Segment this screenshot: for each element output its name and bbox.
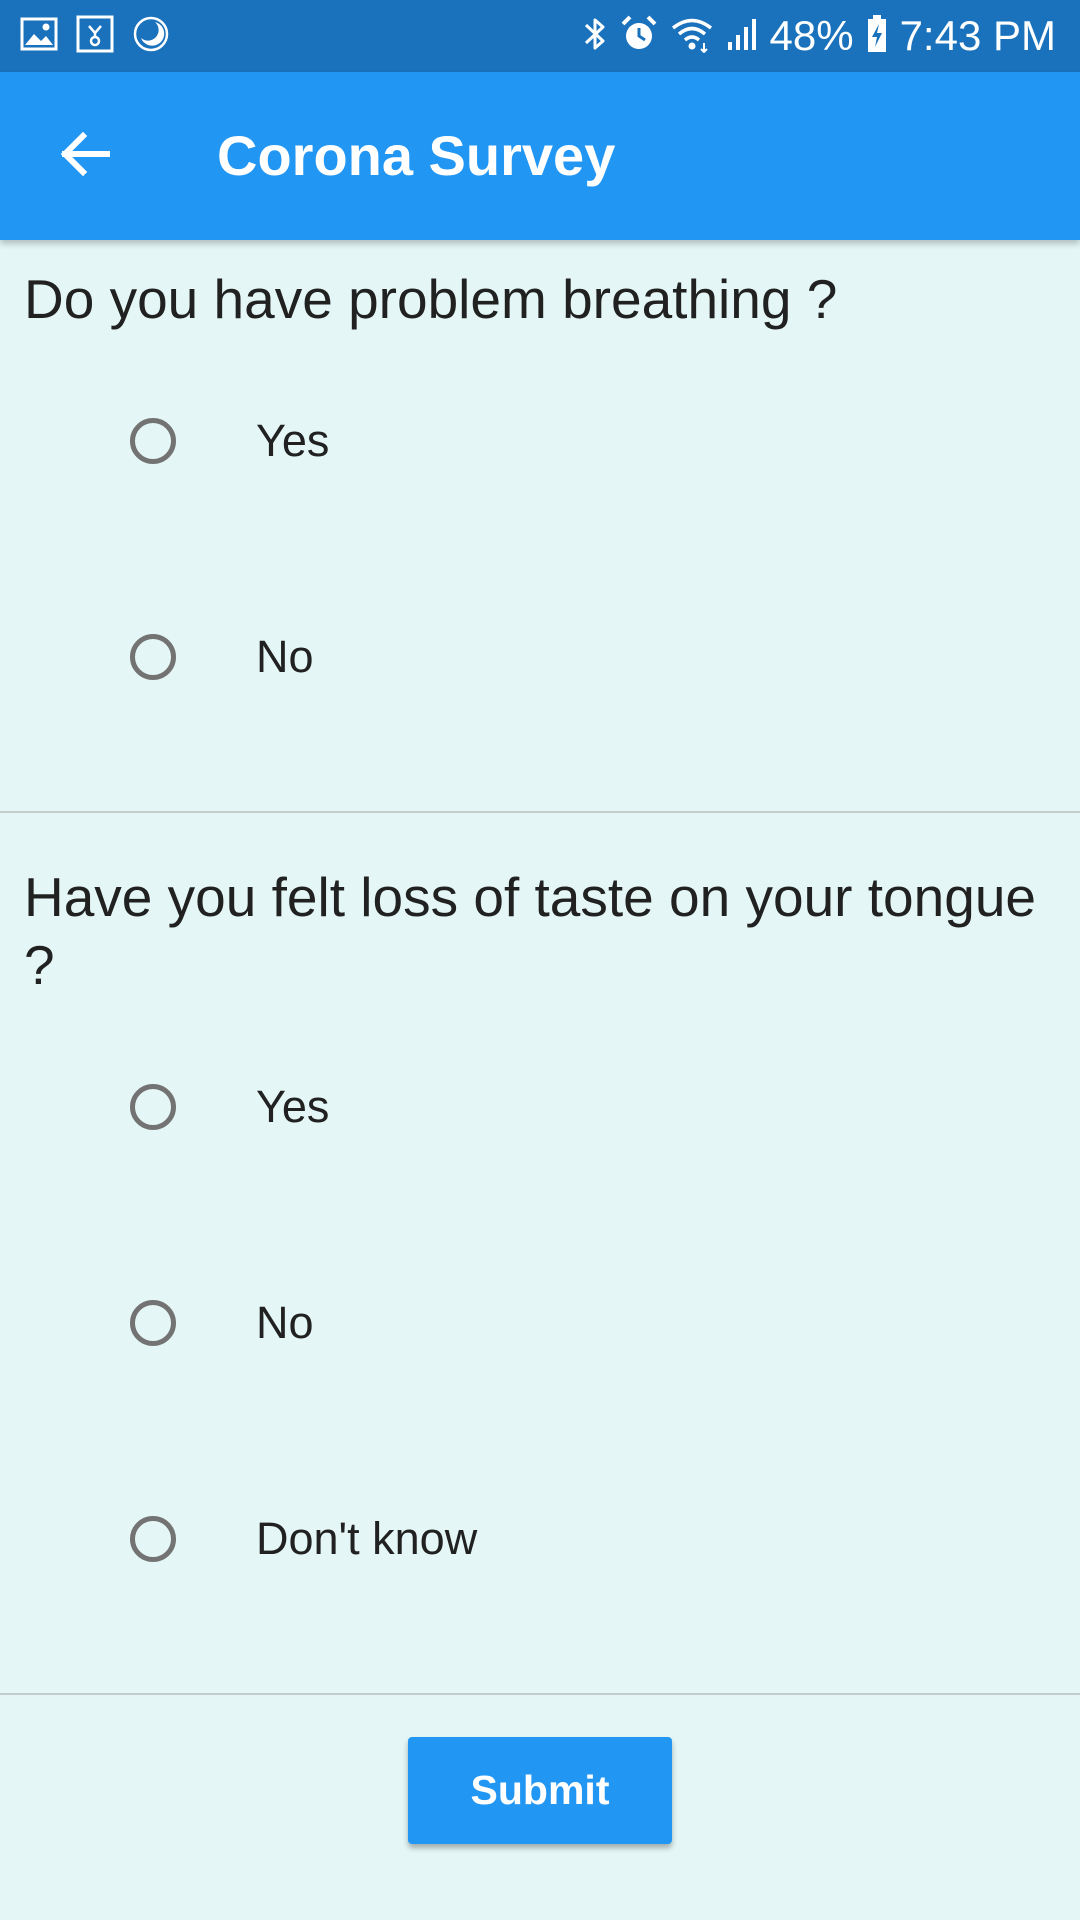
option-label: Yes <box>256 1081 330 1132</box>
bluetooth-icon <box>582 14 608 59</box>
divider <box>0 811 1080 813</box>
radio-button[interactable] <box>130 1084 176 1130</box>
battery-charging-icon <box>866 14 888 59</box>
battery-percent: 48% <box>769 12 854 59</box>
arrow-left-icon <box>59 131 111 182</box>
gallery-icon <box>20 17 58 56</box>
option-label: No <box>256 631 314 682</box>
option-label: Yes <box>256 415 330 466</box>
back-button[interactable] <box>40 116 130 196</box>
status-bar: 48% 7:43 PM <box>0 0 1080 72</box>
option-label: No <box>256 1297 314 1348</box>
page-title: Corona Survey <box>217 124 616 187</box>
option-breathing-no[interactable]: No <box>100 597 1000 717</box>
moon-icon <box>132 15 170 58</box>
submit-button[interactable]: Submit <box>408 1737 672 1844</box>
clock: 7:43 PM <box>899 12 1056 59</box>
question-taste: Have you felt loss of taste on your tong… <box>24 866 1036 996</box>
option-breathing-yes[interactable]: Yes <box>100 381 1000 501</box>
option-taste-dont-know[interactable]: Don't know <box>100 1479 1000 1599</box>
option-taste-no[interactable]: No <box>100 1263 1000 1383</box>
alarm-icon <box>620 14 658 59</box>
option-taste-yes[interactable]: Yes <box>100 1047 1000 1167</box>
question-breathing: Do you have problem breathing ? <box>24 268 838 330</box>
radio-button[interactable] <box>130 418 176 464</box>
radio-button[interactable] <box>130 1300 176 1346</box>
notification-icon <box>76 15 114 58</box>
divider <box>0 1693 1080 1695</box>
wifi-icon <box>670 15 714 58</box>
radio-button[interactable] <box>130 634 176 680</box>
signal-icon <box>726 16 758 57</box>
status-left-icons <box>20 15 170 58</box>
status-right-icons: 48% 7:43 PM <box>582 10 1056 62</box>
radio-button[interactable] <box>130 1516 176 1562</box>
option-label: Don't know <box>256 1513 478 1564</box>
app-bar: Corona Survey <box>0 72 1080 240</box>
